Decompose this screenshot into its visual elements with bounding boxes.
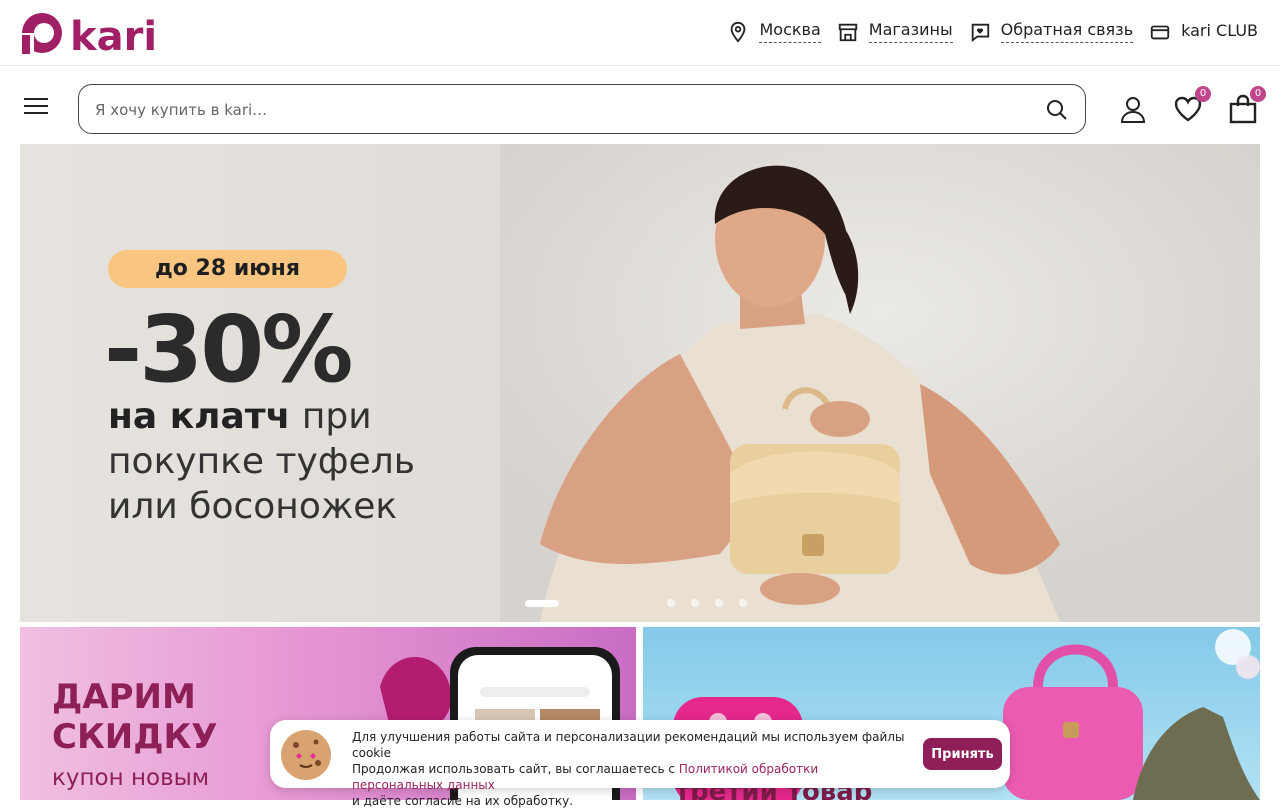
search-input[interactable]	[95, 99, 1035, 121]
search-bar	[78, 84, 1086, 134]
favorites-count-badge: 0	[1195, 86, 1211, 102]
hero-banner[interactable]: до 28 июня -30% на клатч при покупке туф…	[20, 144, 1260, 622]
offer-line2: покупке туфель	[108, 441, 415, 482]
user-icon[interactable]	[1118, 94, 1148, 124]
cart-count-badge: 0	[1250, 86, 1266, 102]
offer-line3: или босоножек	[108, 486, 398, 527]
promo-deadline-badge: до 28 июня	[108, 250, 347, 288]
hero-model-image	[500, 144, 1260, 622]
hamburger-menu-icon[interactable]	[24, 98, 48, 116]
stores-link[interactable]: Магазины	[837, 20, 953, 43]
kari-club-label: kari CLUB	[1181, 20, 1258, 40]
promo-left-subtitle: купон новым	[52, 765, 210, 791]
feedback-link[interactable]: Обратная связь	[969, 20, 1134, 43]
top-links: Москва Магазины Обратная связь kari CLUB	[727, 20, 1258, 43]
city-selector[interactable]: Москва	[727, 20, 821, 43]
logo-text: kari	[70, 14, 157, 56]
discount-headline: -30%	[104, 296, 353, 403]
carousel-dots	[525, 599, 747, 607]
cookie-text-line2: Продолжая использовать сайт, вы соглашае…	[352, 761, 912, 793]
main-nav: 0 0	[0, 66, 1280, 144]
stores-label: Магазины	[868, 20, 953, 43]
offer-bold: на клатч	[108, 396, 291, 437]
cookie-icon	[281, 730, 331, 780]
carousel-dot[interactable]	[691, 599, 699, 607]
cookie-text-line3: и даёте согласие на их обработку.	[352, 794, 574, 808]
accept-cookies-button[interactable]: Принять	[923, 738, 1002, 770]
city-label: Москва	[759, 20, 821, 43]
cookie-text: Для улучшения работы сайта и персонализа…	[352, 729, 912, 809]
store-icon	[838, 23, 857, 41]
search-icon[interactable]	[1045, 98, 1069, 122]
card-icon	[1150, 25, 1170, 39]
cookie-consent-banner: Для улучшения работы сайта и персонализа…	[270, 720, 1010, 808]
kari-logo[interactable]: kari	[20, 10, 170, 56]
carousel-dot[interactable]	[715, 599, 723, 607]
cart-button[interactable]: 0	[1228, 86, 1266, 124]
cookie-text-line2-prefix: Продолжая использовать сайт, вы соглашае…	[352, 762, 679, 776]
top-bar: kari Москва Магазины Обратная связь kari…	[0, 0, 1280, 66]
favorites-button[interactable]: 0	[1173, 86, 1211, 124]
promo-left-title: ДАРИМ СКИДКУ	[52, 677, 217, 757]
feedback-label: Обратная связь	[1000, 20, 1134, 43]
carousel-dot[interactable]	[667, 599, 675, 607]
carousel-dot[interactable]	[525, 599, 559, 607]
promo-left-line1: ДАРИМ	[52, 677, 196, 717]
offer-text: на клатч при покупке туфель или босоноже…	[108, 394, 415, 529]
offer-line1-rest: при	[290, 396, 372, 437]
kari-club-link[interactable]: kari CLUB	[1149, 21, 1258, 43]
carousel-dot[interactable]	[739, 599, 747, 607]
promo-left-line2: СКИДКУ	[52, 717, 218, 757]
cookie-text-line1: Для улучшения работы сайта и персонализа…	[352, 730, 905, 760]
feedback-heart-icon	[971, 23, 989, 42]
location-pin-icon	[731, 21, 746, 43]
